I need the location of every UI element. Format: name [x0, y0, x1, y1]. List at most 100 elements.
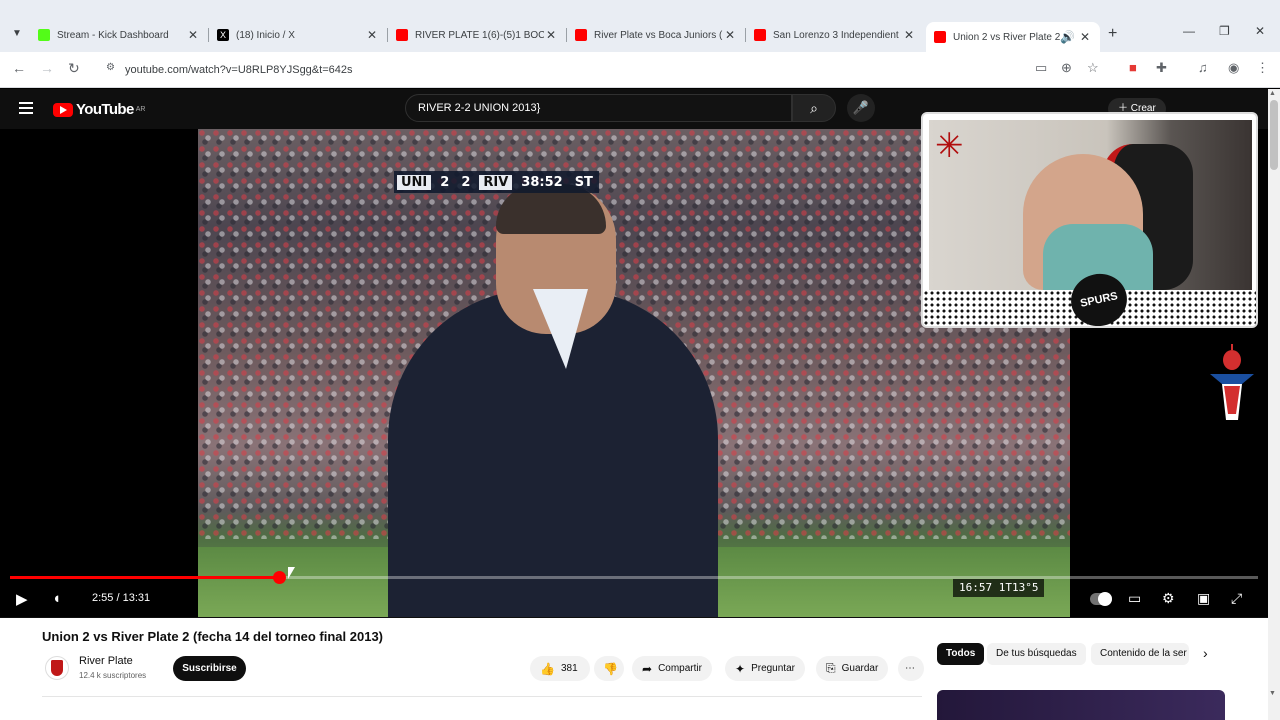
kick-icon: [38, 29, 50, 41]
voice-search-mic-icon[interactable]: 🎤: [847, 94, 875, 122]
divider: [42, 696, 922, 697]
tab-separator: [745, 28, 746, 42]
zoom-icon[interactable]: ⊕: [1061, 60, 1072, 76]
related-video-thumbnail[interactable]: [937, 690, 1225, 720]
scrollbar-thumb[interactable]: [1270, 100, 1278, 170]
close-window-icon[interactable]: ✕: [1255, 24, 1265, 38]
subtitles-icon[interactable]: ▭: [1128, 590, 1141, 607]
tab-title: River Plate vs Boca Juniors (: [594, 29, 723, 41]
extension-icon[interactable]: ■: [1129, 60, 1137, 75]
tab-title: San Lorenzo 3 Independient: [773, 29, 899, 41]
sparkle-icon: ✦: [735, 661, 746, 676]
tab-separator: [208, 28, 209, 42]
tab-kick-dashboard[interactable]: Stream - Kick Dashboard ✕: [38, 24, 200, 46]
volume-icon[interactable]: ◖: [52, 590, 61, 607]
mouse-cursor: [288, 567, 295, 579]
subscriber-count: 12.4 k suscriptores: [79, 671, 147, 680]
close-tab-icon[interactable]: ✕: [365, 28, 379, 42]
play-icon[interactable]: ▶: [16, 590, 28, 608]
close-tab-icon[interactable]: ✕: [1078, 30, 1092, 44]
tab-title: (18) Inicio / X: [236, 29, 295, 41]
forward-arrow-icon[interactable]: →: [40, 60, 54, 76]
video-title: Union 2 vs River Plate 2 (fecha 14 del t…: [42, 629, 384, 644]
tab-union-river-active[interactable]: Union 2 vs River Plate 2 ( 🔊 ✕: [926, 22, 1100, 52]
chip-todos[interactable]: Todos: [937, 643, 985, 665]
scroll-down-arrow-icon[interactable]: ▼: [1269, 690, 1276, 697]
youtube-icon: [934, 31, 946, 43]
ask-label: Preguntar: [751, 663, 795, 674]
progress-bar-played[interactable]: [10, 576, 279, 579]
theater-mode-icon[interactable]: ▣: [1197, 590, 1210, 607]
autoplay-toggle[interactable]: [1090, 592, 1112, 606]
broadcast-timestamp: 16:57 1T13°5: [953, 579, 1045, 597]
search-input[interactable]: RIVER 2-2 UNION 2013}: [405, 94, 792, 122]
ask-button[interactable]: ✦ Preguntar: [725, 656, 805, 681]
x-icon: X: [217, 29, 229, 41]
close-tab-icon[interactable]: ✕: [544, 28, 558, 42]
channel-avatar[interactable]: [45, 656, 69, 680]
chip-from-searches[interactable]: De tus búsquedas: [987, 643, 1086, 665]
youtube-logo[interactable]: YouTube AR: [53, 101, 145, 118]
youtube-icon: [754, 29, 766, 41]
more-dots-icon: ⋯: [905, 663, 915, 674]
back-arrow-icon[interactable]: ←: [12, 60, 26, 76]
audio-playing-icon[interactable]: 🔊: [1060, 30, 1075, 44]
home-team: UNI: [397, 174, 432, 190]
chevron-right-icon[interactable]: ›: [1203, 645, 1208, 661]
match-clock: 38:52: [521, 174, 563, 190]
settings-gear-icon[interactable]: ⚙: [1162, 590, 1175, 607]
match-half: ST: [574, 174, 593, 190]
bookmark-star-icon[interactable]: ☆: [1087, 60, 1099, 76]
scroll-up-arrow-icon[interactable]: ▲: [1269, 90, 1276, 97]
address-bar[interactable]: youtube.com/watch?v=U8RLP8YJSgg&t=642s: [98, 57, 1108, 83]
tab-title: RIVER PLATE 1(6)-(5)1 BOCA: [415, 29, 544, 41]
share-button[interactable]: ➦ Compartir: [632, 656, 712, 681]
close-tab-icon[interactable]: ✕: [186, 28, 200, 42]
share-arrow-icon: ➦: [642, 661, 653, 676]
cast-icon[interactable]: ▭: [1035, 60, 1047, 76]
tab-san-lorenzo[interactable]: San Lorenzo 3 Independient ✕: [754, 24, 916, 46]
youtube-icon: [575, 29, 587, 41]
channel-name[interactable]: River Plate: [79, 655, 133, 667]
tab-river-boca-penalties[interactable]: RIVER PLATE 1(6)-(5)1 BOCA ✕: [396, 24, 558, 46]
minimize-icon[interactable]: —: [1183, 24, 1195, 38]
streamer-webcam-overlay: ✳ SPURS KP: [921, 112, 1258, 328]
site-settings-icon[interactable]: ⚙: [106, 62, 115, 73]
profile-icon[interactable]: ◉: [1228, 60, 1239, 76]
thumbs-down-icon: 👎: [603, 661, 618, 676]
away-score: 2: [461, 174, 471, 190]
subscribe-button[interactable]: Suscribirse: [173, 656, 246, 681]
page-scrollbar[interactable]: [1268, 89, 1280, 720]
extensions-puzzle-icon[interactable]: ✚: [1156, 60, 1167, 76]
youtube-icon: [396, 29, 408, 41]
tab-x-inicio[interactable]: X (18) Inicio / X ✕: [217, 24, 379, 46]
progress-scrubber-handle[interactable]: [273, 571, 286, 584]
region-code: AR: [135, 106, 146, 113]
dislike-button[interactable]: 👎: [594, 656, 624, 681]
save-button[interactable]: ⎘ Guardar: [816, 656, 889, 681]
media-control-icon[interactable]: ♫: [1198, 60, 1208, 75]
tab-separator: [387, 28, 388, 42]
like-button[interactable]: 👍 381: [530, 656, 590, 681]
search-icon: ⌕: [810, 100, 818, 116]
menu-dots-icon[interactable]: ⋮: [1256, 60, 1269, 76]
reload-icon[interactable]: ↻: [68, 60, 80, 77]
tab-river-boca[interactable]: River Plate vs Boca Juniors ( ✕: [575, 24, 737, 46]
fullscreen-icon[interactable]: ⤢: [1231, 590, 1242, 607]
tab-title: Stream - Kick Dashboard: [57, 29, 169, 41]
share-label: Compartir: [658, 663, 702, 674]
search-button[interactable]: ⌕: [792, 94, 836, 122]
home-score: 2: [440, 174, 450, 190]
more-actions-button[interactable]: ⋯: [898, 656, 924, 681]
url-text[interactable]: youtube.com/watch?v=U8RLP8YJSgg&t=642s: [125, 64, 352, 76]
close-tab-icon[interactable]: ✕: [723, 28, 737, 42]
close-tab-icon[interactable]: ✕: [902, 28, 916, 42]
tab-search-chevron-icon[interactable]: ▼: [8, 25, 26, 43]
tab-title: Union 2 vs River Plate 2 (: [953, 31, 1060, 43]
youtube-play-icon: [53, 102, 73, 117]
hamburger-menu-icon[interactable]: [19, 102, 33, 117]
new-tab-plus-icon[interactable]: +: [1108, 25, 1117, 43]
restore-icon[interactable]: ❐: [1219, 24, 1230, 38]
chip-series-content[interactable]: Contenido de la ser: [1091, 643, 1189, 665]
spiderman-figure-icon: [1210, 344, 1254, 420]
